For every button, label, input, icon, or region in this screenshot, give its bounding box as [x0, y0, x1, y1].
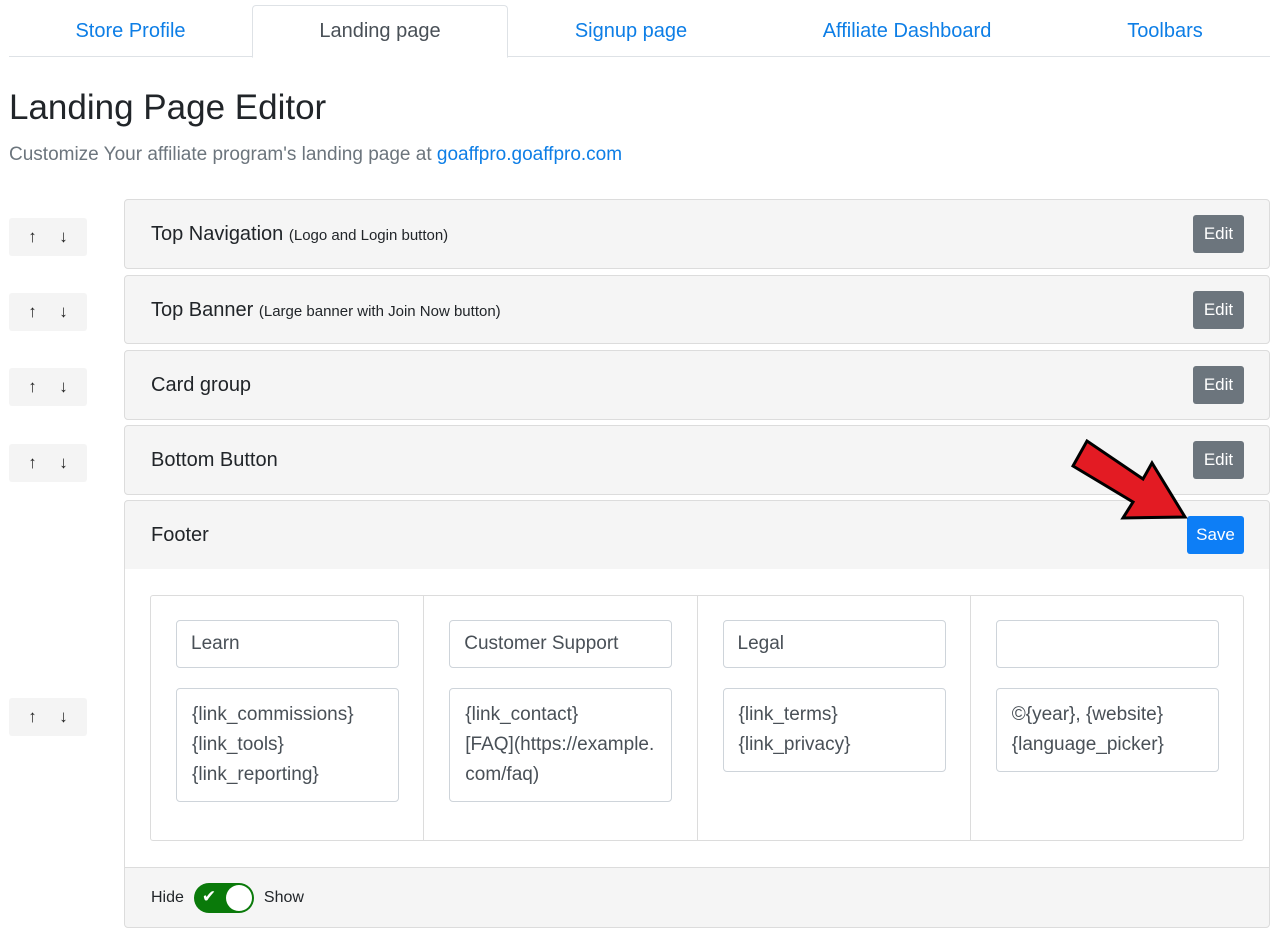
edit-button[interactable]: Edit [1193, 291, 1244, 329]
move-up-icon[interactable]: ↑ [21, 707, 45, 727]
tab-toolbars[interactable]: Toolbars [1060, 5, 1270, 57]
section-note: (Large banner with Join Now button) [258, 302, 501, 320]
section-card-group: Card group Edit [124, 350, 1270, 420]
tab-landing-page[interactable]: Landing page [252, 5, 508, 58]
column-content-textarea[interactable]: {link_terms} {link_privacy} [722, 688, 946, 772]
move-up-icon[interactable]: ↑ [21, 302, 45, 322]
section-name: Top Banner [151, 298, 254, 321]
move-up-icon[interactable]: ↑ [21, 377, 45, 397]
toggle-knob [225, 884, 252, 911]
footer-column: Learn {link_commissions} {link_tools} {l… [151, 596, 425, 840]
move-up-icon[interactable]: ↑ [21, 453, 45, 473]
edit-button[interactable]: Edit [1193, 215, 1244, 253]
edit-button[interactable]: Edit [1193, 441, 1244, 479]
section-mover: ↑ ↓ [9, 698, 87, 736]
move-down-icon[interactable]: ↓ [52, 453, 76, 473]
section-mover: ↑ ↓ [9, 444, 87, 482]
section-footer: Footer Save Learn {link_commissions} {li… [124, 500, 1270, 928]
section-title: Top Navigation (Logo and Login button) [151, 223, 448, 246]
move-down-icon[interactable]: ↓ [52, 707, 76, 727]
section-mover: ↑ ↓ [9, 293, 87, 331]
check-icon: ✔ [201, 886, 217, 906]
page-title: Landing Page Editor [9, 88, 327, 127]
move-down-icon[interactable]: ↓ [52, 302, 76, 322]
section-top-banner: Top Banner (Large banner with Join Now b… [124, 275, 1270, 344]
visibility-toggle-row: Hide ✔ Show [125, 867, 1269, 927]
tab-store-profile[interactable]: Store Profile [9, 5, 252, 57]
column-content-textarea[interactable]: ©{year}, {website} {language_picker} [995, 688, 1219, 772]
visibility-toggle[interactable]: ✔ [193, 882, 254, 913]
footer-columns: Learn {link_commissions} {link_tools} {l… [150, 595, 1244, 841]
section-name: Bottom Button [151, 448, 278, 471]
save-button[interactable]: Save [1187, 516, 1244, 554]
section-title: Card group [151, 374, 251, 397]
footer-column: ©{year}, {website} {language_picker} [971, 596, 1243, 840]
show-label: Show [263, 888, 304, 906]
section-top-navigation: Top Navigation (Logo and Login button) E… [124, 199, 1270, 269]
column-heading-input[interactable]: Learn [176, 620, 399, 668]
column-heading-input[interactable]: Legal [722, 620, 946, 668]
section-name: Card group [151, 373, 252, 396]
column-content-textarea[interactable]: {link_contact} [FAQ](https://example.com… [449, 688, 673, 802]
section-title: Bottom Button [151, 449, 278, 472]
move-down-icon[interactable]: ↓ [52, 227, 76, 247]
tab-affiliate-dashboard[interactable]: Affiliate Dashboard [754, 5, 1060, 57]
section-title: Top Banner (Large banner with Join Now b… [151, 299, 501, 322]
footer-column: Legal {link_terms} {link_privacy} [698, 596, 971, 840]
edit-button[interactable]: Edit [1193, 366, 1244, 404]
move-down-icon[interactable]: ↓ [52, 377, 76, 397]
section-name: Top Navigation [151, 222, 284, 245]
column-content-textarea[interactable]: {link_commissions} {link_tools} {link_re… [176, 688, 399, 802]
footer-column: Customer Support {link_contact} [FAQ](ht… [424, 596, 698, 840]
section-note: (Logo and Login button) [288, 226, 449, 244]
footer-editor: Learn {link_commissions} {link_tools} {l… [125, 569, 1269, 867]
section-mover: ↑ ↓ [9, 218, 87, 256]
page-subtitle: Customize Your affiliate program's landi… [9, 144, 622, 166]
section-mover: ↑ ↓ [9, 368, 87, 406]
column-heading-input[interactable] [995, 620, 1219, 668]
tab-bar: Store Profile Landing page Signup page A… [9, 5, 1270, 58]
section-title: Footer [151, 523, 209, 546]
hide-label: Hide [151, 888, 184, 906]
column-heading-input[interactable]: Customer Support [449, 620, 673, 668]
annotation-arrow-icon [1070, 438, 1188, 520]
move-up-icon[interactable]: ↑ [21, 227, 45, 247]
subtitle-text: Customize Your affiliate program's landi… [9, 144, 437, 165]
tab-signup-page[interactable]: Signup page [508, 5, 754, 57]
store-link[interactable]: goaffpro.goaffpro.com [437, 144, 622, 165]
